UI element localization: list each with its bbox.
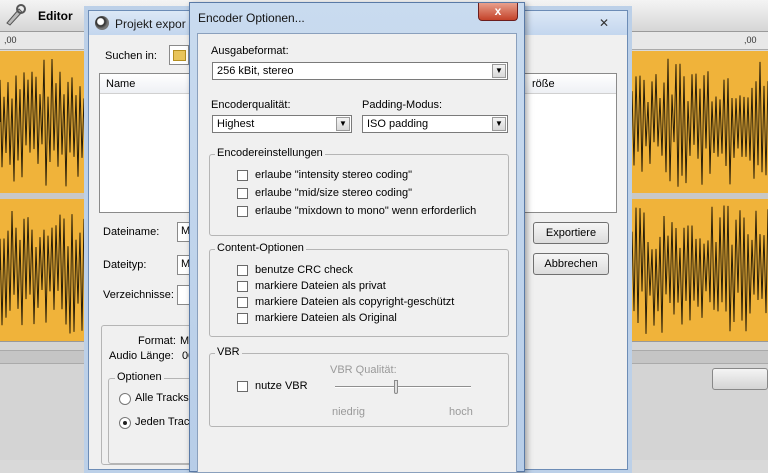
padding-label: Padding-Modus: — [362, 99, 443, 111]
encoder-dialog-title: Encoder Optionen... — [198, 11, 305, 25]
directories-label: Verzeichnisse: — [103, 289, 174, 301]
quality-select[interactable]: Highest ▼ — [212, 115, 352, 133]
mixdown-mono-checkbox[interactable] — [237, 206, 248, 217]
vbr-high-label: hoch — [449, 406, 473, 418]
mid-size-stereo-checkbox[interactable] — [237, 188, 248, 199]
encoder-settings-group: Encodereinstellungen erlaube "intensity … — [209, 147, 509, 236]
use-vbr-label: nutze VBR — [255, 380, 308, 392]
format-value: M — [180, 335, 190, 347]
crc-check-label: benutze CRC check — [255, 264, 353, 276]
quality-label: Encoderqualität: — [211, 99, 291, 111]
mid-size-stereo-label: erlaube "mid/size stereo coding" — [255, 187, 413, 199]
vbr-group: VBR nutze VBR VBR Qualität: niedrig hoch — [209, 346, 509, 427]
tools-icon[interactable] — [4, 4, 28, 26]
options-group: Optionen Alle Tracks Jeden Trac — [108, 371, 202, 464]
chevron-down-icon[interactable]: ▼ — [492, 64, 506, 78]
all-tracks-label: Alle Tracks — [135, 392, 189, 404]
cancel-button[interactable]: Abbrechen — [533, 253, 609, 275]
vbr-quality-slider[interactable] — [335, 386, 471, 388]
padding-select[interactable]: ISO padding ▼ — [362, 115, 508, 133]
private-label: markiere Dateien als privat — [255, 280, 386, 292]
each-track-label: Jeden Trac — [135, 416, 190, 428]
private-checkbox[interactable] — [237, 281, 248, 292]
options-title: Optionen — [115, 371, 164, 383]
export-title: Projekt expor — [115, 17, 186, 31]
content-options-title: Content-Optionen — [215, 242, 306, 254]
intensity-stereo-checkbox[interactable] — [237, 170, 248, 181]
close-button[interactable]: x — [478, 3, 518, 21]
all-tracks-radio[interactable] — [119, 393, 131, 405]
output-format-label: Ausgabeformat: — [211, 45, 289, 57]
filename-label: Dateiname: — [103, 226, 160, 238]
encoder-settings-title: Encodereinstellungen — [215, 147, 325, 159]
each-track-radio[interactable] — [119, 417, 131, 429]
copyright-checkbox[interactable] — [237, 297, 248, 308]
search-in-label: Suchen in: — [105, 50, 157, 62]
encoder-options-dialog: Encoder Optionen... x Ausgabeformat: 256… — [189, 2, 525, 473]
intensity-stereo-label: erlaube "intensity stereo coding" — [255, 169, 413, 181]
vbr-title: VBR — [215, 346, 242, 358]
crc-check-checkbox[interactable] — [237, 265, 248, 276]
zoom-button[interactable] — [712, 368, 768, 390]
app-icon — [95, 16, 109, 30]
encoder-dialog-body: Ausgabeformat: 256 kBit, stereo ▼ Encode… — [197, 33, 517, 473]
mixdown-mono-label: erlaube "mixdown to mono" wenn erforderl… — [255, 205, 477, 217]
chevron-down-icon[interactable]: ▼ — [336, 117, 350, 131]
original-label: markiere Dateien als Original — [255, 312, 397, 324]
export-button[interactable]: Exportiere — [533, 222, 609, 244]
filetype-label: Dateityp: — [103, 259, 147, 271]
original-checkbox[interactable] — [237, 313, 248, 324]
format-label: Format: — [138, 335, 176, 347]
column-name[interactable]: Name — [106, 78, 135, 90]
column-size[interactable]: röße — [532, 78, 555, 90]
editor-menu-label[interactable]: Editor — [38, 9, 73, 23]
use-vbr-checkbox[interactable] — [237, 381, 248, 392]
output-format-select[interactable]: 256 kBit, stereo ▼ — [212, 62, 508, 80]
ruler-time-right: ,00 — [744, 35, 757, 45]
audio-length-label: Audio Länge: — [109, 350, 174, 362]
close-icon[interactable]: ✕ — [595, 15, 613, 31]
folder-dropdown[interactable] — [169, 45, 189, 65]
vbr-quality-label: VBR Qualität: — [330, 364, 397, 376]
vbr-low-label: niedrig — [332, 406, 366, 418]
content-options-group: Content-Optionen benutze CRC check marki… — [209, 242, 509, 337]
ruler-time-left: ,00 — [4, 35, 17, 45]
output-format-value: 256 kBit, stereo — [217, 65, 294, 77]
info-panel: Format: M Audio Länge: 00 Optionen Alle … — [101, 325, 202, 465]
copyright-label: markiere Dateien als copyright-geschützt — [255, 296, 455, 308]
vbr-slider-thumb[interactable] — [394, 380, 399, 394]
chevron-down-icon[interactable]: ▼ — [492, 117, 506, 131]
folder-icon — [173, 50, 186, 61]
quality-value: Highest — [217, 118, 255, 130]
padding-value: ISO padding — [367, 118, 429, 130]
